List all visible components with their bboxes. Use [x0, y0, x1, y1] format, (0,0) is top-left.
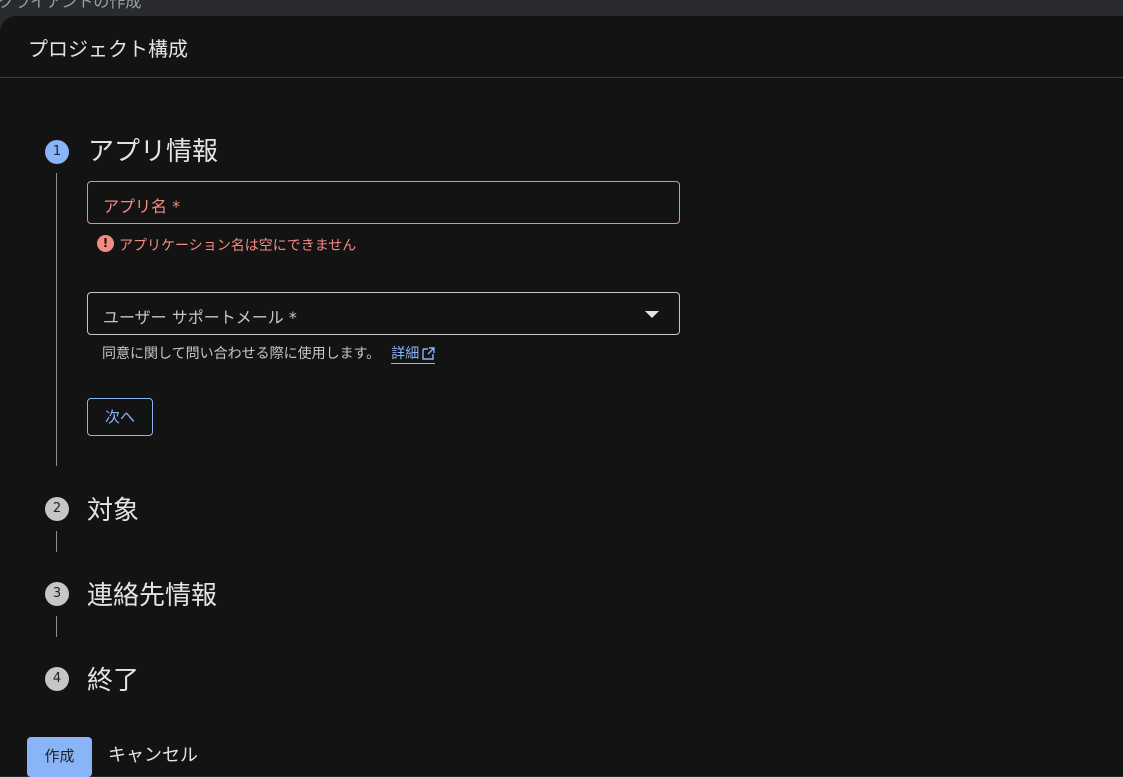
arrow-drop-down-icon[interactable]	[645, 311, 659, 318]
open-in-new-icon[interactable]	[422, 347, 435, 360]
step-2-indicator: 2	[45, 497, 69, 521]
step-2-title[interactable]: 対象	[87, 490, 139, 527]
background-page-title: クライアントの作成	[0, 0, 142, 11]
step-3-title[interactable]: 連絡先情報	[87, 575, 217, 612]
step-3-indicator: 3	[45, 582, 69, 606]
panel-title: プロジェクト構成	[28, 37, 188, 61]
step-1-connector	[56, 173, 57, 466]
support-email-select[interactable]: ユーザー サポートメール *	[87, 292, 680, 335]
learn-more-link[interactable]: 詳細	[391, 346, 436, 364]
step-2-connector	[56, 531, 57, 552]
project-configuration-panel: プロジェクト構成	[0, 16, 1123, 776]
step-4-title[interactable]: 終了	[87, 660, 139, 697]
next-button[interactable]: 次へ	[87, 398, 153, 436]
error-circle-icon: !	[97, 235, 114, 252]
step-1-title[interactable]: アプリ情報	[88, 131, 218, 168]
step-1-indicator: 1	[45, 140, 69, 164]
app-name-label: アプリ名 *	[103, 197, 181, 216]
step-4-indicator: 4	[45, 667, 69, 691]
support-email-helper-text: 同意に関して問い合わせる際に使用します。	[102, 346, 381, 362]
support-email-helper: 同意に関して問い合わせる際に使用します。 詳細	[102, 343, 436, 364]
learn-more-link-text[interactable]: 詳細	[391, 346, 419, 362]
step-3-connector	[56, 616, 57, 637]
create-button[interactable]: 作成	[27, 737, 92, 777]
app-name-error-text: アプリケーション名は空にできません	[119, 238, 357, 254]
support-email-label: ユーザー サポートメール *	[103, 308, 297, 327]
cancel-button[interactable]: キャンセル	[108, 737, 218, 777]
app-name-input[interactable]: アプリ名 *	[87, 181, 680, 224]
panel-header: プロジェクト構成	[0, 16, 1123, 78]
background-window-strip: クライアントの作成	[0, 0, 1123, 16]
